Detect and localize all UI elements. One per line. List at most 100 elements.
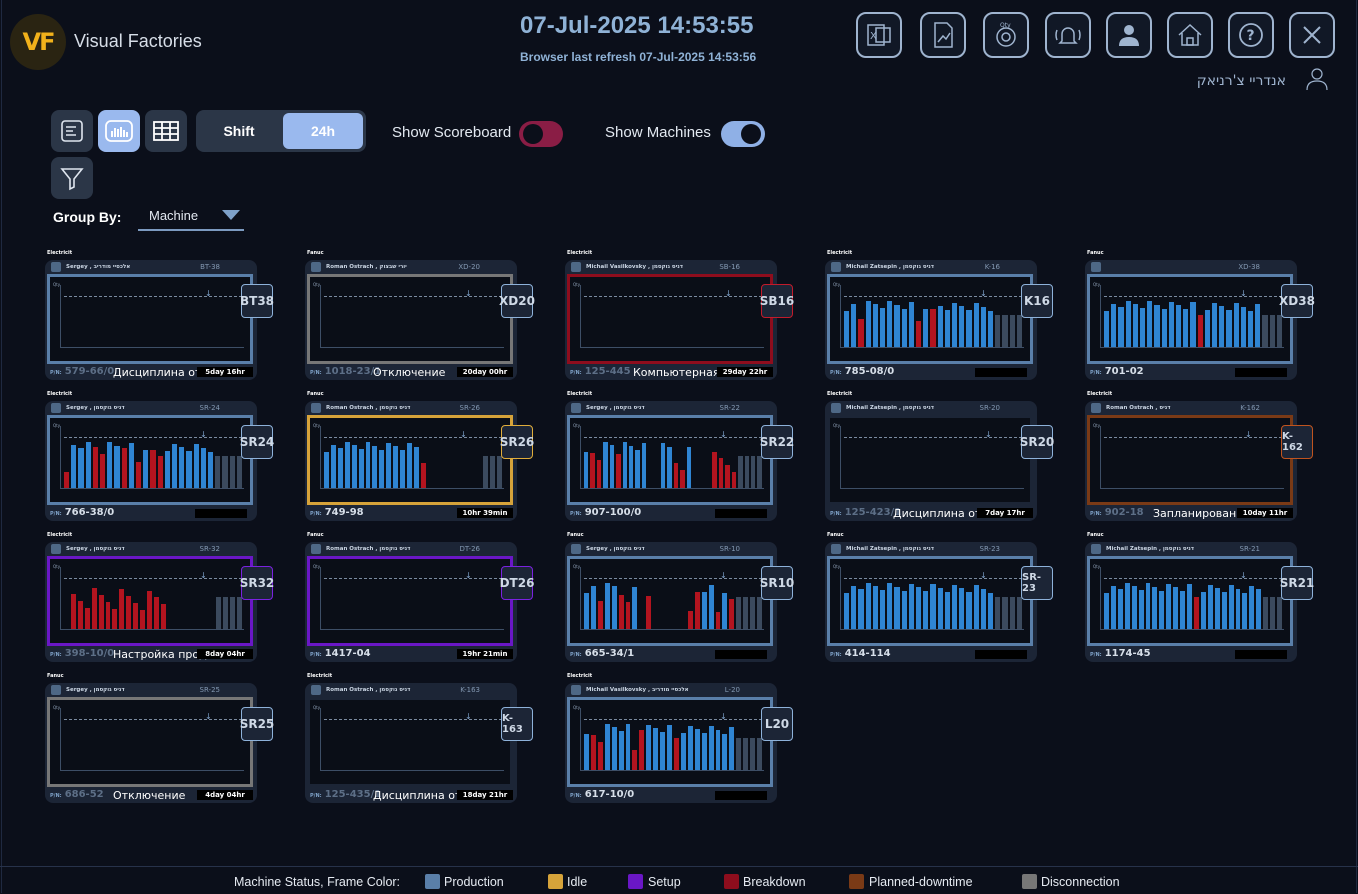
machine-card[interactable]: Fanuc Michail Zatsepin , דניס גוקסמן SR-23… — [825, 532, 1053, 664]
machine-tag[interactable]: SR22 — [760, 425, 794, 459]
24h-option[interactable]: 24h — [283, 113, 363, 149]
machine-card[interactable]: Fanuc Michail Zatsepin , דניס גוקסמן SR-21… — [1085, 532, 1314, 664]
hourly-bar — [372, 446, 378, 488]
close-button[interactable] — [1289, 12, 1335, 58]
machine-card[interactable]: Fanuc Roman Ostrach , דניס גוקסמן DT-26 Qty… — [305, 532, 534, 664]
machine-tag[interactable]: SR-23 — [1021, 566, 1053, 600]
machine-card[interactable]: Fanuc XD-38 Qty ↓ XD38 P/N: 701-02 — [1085, 250, 1315, 382]
home-button[interactable] — [1167, 12, 1213, 58]
filter-button[interactable] — [51, 157, 93, 199]
machine-card[interactable]: Fanuc Sergey , דניס גוקסמן SR-10 Qty ↓ SR10 P/… — [565, 532, 794, 664]
machine-chart-frame[interactable]: Qty ↓ — [47, 415, 253, 505]
status-duration: 7day 17hr — [977, 508, 1033, 518]
machine-brand: Electricit — [47, 532, 73, 538]
machine-tag[interactable]: DT26 — [500, 566, 534, 600]
operator-row: Roman Ostrach , דניס גוקסמן K-163 — [309, 685, 513, 696]
machine-chart-frame[interactable]: Qty ↓ — [307, 274, 513, 364]
machine-card[interactable]: Fanuc Roman Ostrach , דניס גוקסמן SR-26 Qty… — [305, 391, 534, 523]
hourly-bar — [229, 456, 235, 488]
machine-tag[interactable]: L20 — [761, 707, 793, 741]
report-button[interactable] — [920, 12, 966, 58]
machine-tag[interactable]: SB16 — [760, 284, 794, 318]
list-view-button[interactable] — [51, 110, 93, 152]
machine-card[interactable]: Fanuc Roman Ostrach , יורי שבצוק XD-20 Qty ↓… — [305, 250, 535, 382]
show-machines-toggle[interactable] — [721, 121, 765, 147]
operator-names: Michail Vasilkovsky , דניס גוקסמן — [586, 264, 683, 270]
hourly-bar — [140, 610, 146, 629]
machine-tag[interactable]: SR32 — [240, 566, 274, 600]
x-axis — [60, 629, 244, 630]
machine-card[interactable]: Electricit Roman Ostrach , דניס גוקסמן K-1… — [305, 673, 533, 805]
hourly-bar — [1249, 586, 1255, 629]
machine-card[interactable]: Electricit Michail Zatsepin , דניס גוקסמן… — [825, 391, 1054, 523]
machine-card[interactable]: Electricit Roman Ostrach , דניס K-162 Qty ↓ K… — [1085, 391, 1313, 523]
chart-view-button[interactable] — [98, 110, 140, 152]
machine-chart-frame[interactable]: Qty ↓ — [47, 274, 253, 364]
help-button[interactable]: ? — [1228, 12, 1274, 58]
machine-chart-frame[interactable]: Qty ↓ — [567, 697, 773, 787]
status-duration-empty — [715, 509, 767, 518]
machine-chart-frame[interactable]: Qty ↓ — [827, 556, 1033, 646]
machine-tag[interactable]: K-162 — [1281, 425, 1313, 459]
hourly-bar — [908, 302, 915, 347]
machine-card[interactable]: Electricit Sergey , דניס גוקסמן SR-32 Qty ↓ S… — [45, 532, 274, 664]
machine-chart-frame[interactable]: Qty ↓ — [307, 556, 513, 646]
machine-tag[interactable]: XD20 — [499, 284, 535, 318]
quality-button[interactable]: Qty — [983, 12, 1029, 58]
machine-tag[interactable]: SR24 — [240, 425, 274, 459]
user-outline-icon[interactable] — [1304, 66, 1330, 92]
pn-label: P/N: — [50, 511, 62, 517]
group-by-select[interactable]: Machine — [138, 201, 244, 231]
machine-tag[interactable]: SR26 — [500, 425, 534, 459]
machine-card[interactable]: Electricit Michail Vasilkovsky , דניס גוק… — [565, 250, 794, 382]
hourly-bar — [916, 321, 922, 347]
machine-chart-frame[interactable]: Qty ↓ — [1087, 556, 1293, 646]
machine-chart-frame[interactable]: Qty ↓ — [307, 415, 513, 505]
hourly-bar — [973, 303, 979, 347]
machine-chart-frame[interactable]: Qty ↓ — [827, 274, 1033, 364]
machine-tag[interactable]: K-163 — [501, 707, 533, 741]
show-scoreboard-toggle[interactable] — [519, 121, 563, 147]
filter-icon — [60, 168, 84, 191]
alarm-button[interactable] — [1045, 12, 1091, 58]
hourly-bar — [1235, 589, 1241, 629]
hourly-bar — [1221, 592, 1227, 629]
machine-chart-frame[interactable]: Qty ↓ — [47, 556, 253, 646]
machine-chart-frame[interactable]: Qty ↓ — [47, 697, 253, 787]
operator-avatar-icon — [571, 685, 581, 695]
machine-tag[interactable]: SR20 — [1020, 425, 1054, 459]
machine-card[interactable]: Electricit Michail Vasilkovsky , אלכסיי מ… — [565, 673, 793, 805]
machine-card[interactable]: Electricit Sergey , דניס גוקסמן SR-22 Qty ↓ S… — [565, 391, 794, 523]
machine-chart-frame[interactable]: Qty ↓ — [567, 274, 773, 364]
machine-tag[interactable]: BT38 — [240, 284, 274, 318]
machine-card[interactable]: Electricit Sergey , דניס גוקסמן SR-24 Qty ↓ S… — [45, 391, 274, 523]
hourly-bar — [611, 586, 617, 629]
hourly-bar — [1207, 585, 1213, 629]
user-profile-button[interactable] — [1106, 12, 1152, 58]
machine-chart-frame[interactable]: Qty ↓ — [1087, 415, 1293, 505]
target-arrow-icon: ↓ — [465, 289, 472, 298]
hourly-bar — [930, 309, 936, 347]
status-duration: 10day 11hr — [1237, 508, 1293, 518]
machine-card[interactable]: Electricit Sergey , אלכסיי מודריב BT-38 Qty… — [45, 250, 274, 382]
machine-tag[interactable]: SR10 — [760, 566, 794, 600]
machine-card[interactable]: Electricit Michail Zatsepin , דניס גוקסמן… — [825, 250, 1053, 382]
machine-brand: Fanuc — [307, 391, 324, 397]
table-view-button[interactable] — [145, 110, 187, 152]
machine-chart-frame[interactable]: Qty ↓ — [827, 415, 1033, 505]
machine-chart-frame[interactable]: Qty ↓ — [1087, 274, 1293, 364]
machine-chart-frame[interactable]: Qty ↓ — [567, 556, 773, 646]
machine-tag[interactable]: K16 — [1021, 284, 1053, 318]
excel-export-button[interactable]: X — [856, 12, 902, 58]
machine-tag[interactable]: SR25 — [240, 707, 274, 741]
app-logo[interactable]: VF — [10, 14, 66, 70]
machine-tag[interactable]: XD38 — [1279, 284, 1315, 318]
hourly-bar — [901, 309, 907, 347]
operator-names: Sergey , דניס גוקסמן — [66, 687, 125, 693]
hourly-bar — [952, 303, 958, 347]
shift-option[interactable]: Shift — [199, 113, 279, 149]
machine-card[interactable]: Fanuc Sergey , דניס גוקסמן SR-25 Qty ↓ SR25 P/… — [45, 673, 274, 805]
machine-tag[interactable]: SR21 — [1280, 566, 1314, 600]
machine-chart-frame[interactable]: Qty ↓ — [307, 697, 513, 787]
machine-chart-frame[interactable]: Qty ↓ — [567, 415, 773, 505]
